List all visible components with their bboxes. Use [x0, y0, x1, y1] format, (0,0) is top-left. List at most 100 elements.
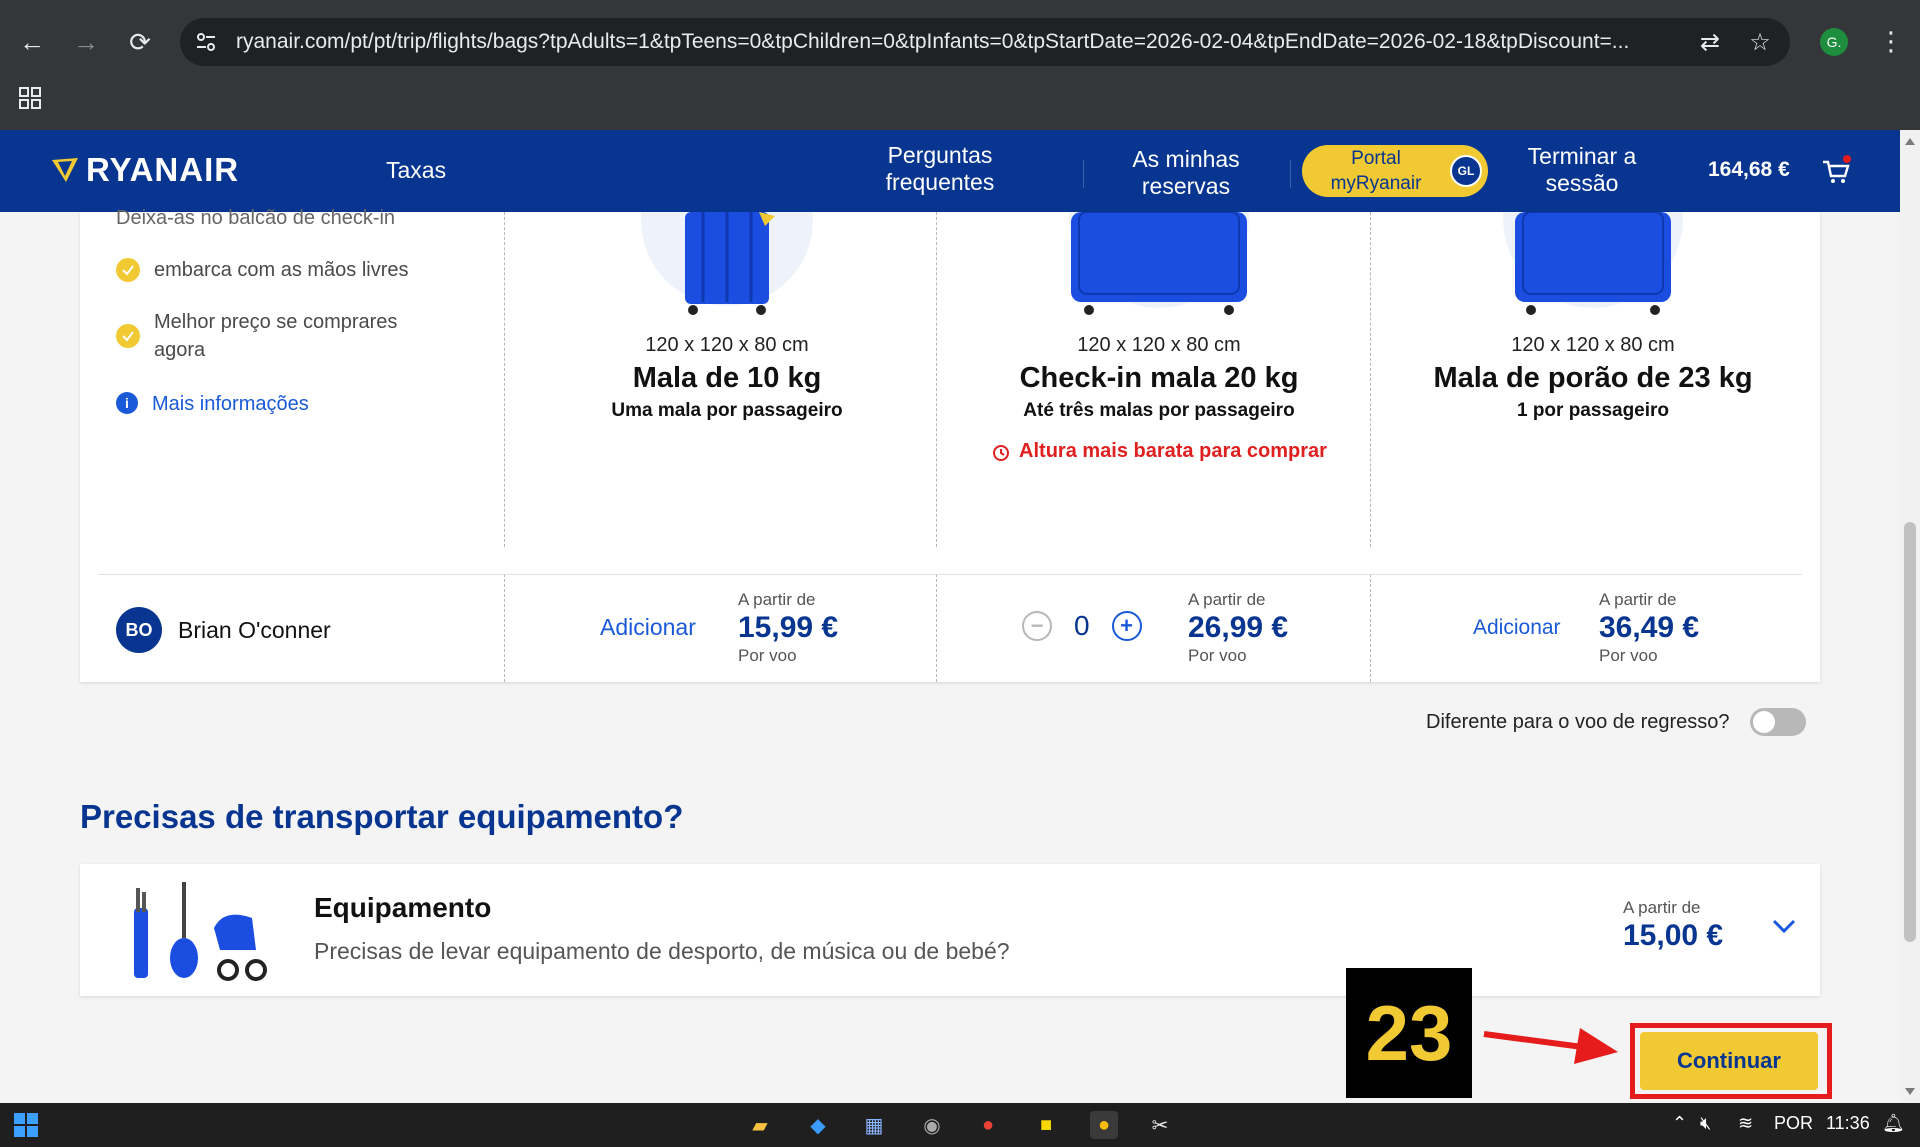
volume-muted-icon[interactable]: 🔇︎ — [1700, 1113, 1711, 1134]
reload-icon[interactable]: ⟳ — [124, 26, 156, 58]
portal-line1: Portal — [1351, 148, 1401, 169]
windows-start-icon[interactable] — [12, 1111, 40, 1139]
column-divider — [1370, 574, 1371, 682]
check-icon — [116, 324, 140, 348]
clock[interactable]: 11:36 — [1826, 1113, 1870, 1134]
file-explorer-icon[interactable]: ▰ — [746, 1111, 774, 1139]
bag-limit: Uma mala por passageiro — [611, 400, 843, 421]
browser-menu-icon[interactable]: ⋮ — [1878, 26, 1904, 57]
url-text[interactable]: ryanair.com/pt/pt/trip/flights/bags?tpAd… — [236, 30, 1656, 54]
nav-faq[interactable]: Perguntas frequentes — [880, 142, 1000, 196]
profile-avatar[interactable]: G. — [1820, 28, 1848, 56]
wifi-icon[interactable]: ≋ — [1738, 1113, 1753, 1134]
nav-logout[interactable]: Terminar a sessão — [1516, 143, 1648, 197]
info-partial-text: Deixa-as no balcão de check-in — [116, 207, 396, 229]
basket-total[interactable]: 164,68 € — [1708, 158, 1790, 182]
price-from-label: A partir de — [738, 590, 816, 609]
toggle-knob — [1752, 711, 1775, 733]
windows-taskbar: ▰ ◆ ▦ ◉ ● ■ ● ✂ ⌃ 🔇︎ ≋ POR 11:36 🔔︎ — [0, 1103, 1920, 1147]
chrome-icon[interactable]: ● — [974, 1111, 1002, 1139]
more-info-text: Mais informações — [152, 393, 309, 415]
page-scrollbar[interactable] — [1900, 130, 1920, 1103]
column-divider — [936, 574, 937, 682]
bag-name: Check-in mala 20 kg — [1019, 362, 1299, 394]
add-23kg-button[interactable]: Adicionar — [1473, 616, 1561, 640]
bag-limit: Até três malas por passageiro — [1023, 400, 1295, 421]
decrement-button[interactable]: − — [1022, 611, 1052, 641]
chevron-down-icon[interactable] — [1770, 916, 1798, 936]
promo-badge: Altura mais barata para comprar — [944, 440, 1374, 463]
price-per-label: Por voo — [1188, 646, 1247, 665]
step-number-badge: 23 — [1346, 968, 1472, 1098]
ryanair-logo[interactable]: RYANAIR — [50, 150, 239, 190]
row-separator — [98, 574, 1802, 575]
nav-my-bookings[interactable]: As minhas reservas — [1126, 146, 1246, 200]
passenger-name: Brian O'conner — [178, 616, 331, 643]
nav-taxas[interactable]: Taxas — [386, 157, 446, 184]
price-from-label: A partir de — [1599, 590, 1677, 609]
price-from-label: A partir de — [1623, 898, 1701, 917]
nav-logout-line2: sessão — [1545, 170, 1619, 196]
bag-name: Mala de porão de 23 kg — [1433, 362, 1753, 394]
equipment-card[interactable]: Equipamento Precisas de levar equipament… — [80, 864, 1820, 996]
apps-grid-icon[interactable] — [18, 86, 42, 110]
quantity-value: 0 — [1074, 610, 1090, 641]
equipment-description: Precisas de levar equipamento de desport… — [314, 938, 1010, 964]
chrome-active-icon[interactable]: ● — [1090, 1111, 1118, 1139]
sticky-notes-icon[interactable]: ■ — [1032, 1111, 1060, 1139]
suitcase-icon — [641, 212, 813, 315]
bags-card: Deixa-as no balcão de check-in embarca c… — [80, 207, 1820, 682]
portal-myryanair-button[interactable]: Portal myRyanair GL — [1302, 145, 1488, 197]
info-item: Melhor preço se comprares agora — [116, 308, 416, 364]
passenger-row: BO Brian O'conner — [116, 607, 331, 653]
snipping-tool-icon[interactable]: ✂ — [1146, 1111, 1174, 1139]
price-value: 15,00 € — [1623, 919, 1724, 952]
notification-bell-icon[interactable]: 🔔︎ — [1882, 1113, 1905, 1134]
info-item: embarca com as mãos livres — [116, 256, 409, 284]
nav-faq-line1: Perguntas — [887, 142, 993, 168]
scroll-thumb[interactable] — [1904, 522, 1916, 942]
info-item-text: Melhor preço se comprares agora — [154, 311, 398, 361]
scroll-up-icon[interactable] — [1905, 138, 1915, 145]
nav-divider — [1083, 160, 1084, 188]
back-icon[interactable]: ← — [16, 26, 48, 58]
vscode-icon[interactable]: ◆ — [804, 1111, 832, 1139]
equipment-title: Equipamento — [314, 892, 492, 923]
more-info-link[interactable]: i Mais informações — [116, 390, 309, 418]
portal-line2: myRyanair — [1330, 173, 1422, 194]
promo-text: Altura mais barata para comprar — [1019, 440, 1327, 462]
column-divider — [504, 212, 505, 547]
nav-faq-line2: frequentes — [885, 169, 995, 195]
translate-icon[interactable]: ⇄ — [1696, 28, 1724, 56]
bag-name: Mala de 10 kg — [632, 362, 822, 394]
info-item-text: embarca com as mãos livres — [154, 259, 409, 281]
add-10kg-button[interactable]: Adicionar — [600, 614, 696, 641]
annotation-arrow — [1483, 1028, 1618, 1064]
increment-button[interactable]: + — [1111, 611, 1142, 641]
store-icon[interactable]: ▦ — [860, 1111, 888, 1139]
suitcase-icon — [1069, 212, 1249, 315]
scroll-down-icon[interactable] — [1905, 1088, 1915, 1095]
return-toggle-switch[interactable] — [1749, 708, 1806, 736]
bookmark-star-icon[interactable]: ☆ — [1746, 28, 1774, 56]
price-per-label: Por voo — [1599, 646, 1658, 665]
price-value: 36,49 € — [1599, 611, 1700, 644]
forward-icon[interactable]: → — [70, 26, 102, 58]
passenger-avatar: BO — [116, 607, 162, 653]
tray-chevron-icon[interactable]: ⌃ — [1672, 1113, 1687, 1134]
equipment-section-title: Precisas de transportar equipamento? — [80, 798, 684, 835]
nav-bookings-line2: reservas — [1141, 173, 1231, 199]
continue-button[interactable]: Continuar — [1640, 1032, 1818, 1090]
bag-option-23kg: 120 x 120 x 80 cm Mala de porão de 23 kg… — [1378, 212, 1808, 547]
app-icon[interactable]: ◉ — [918, 1111, 946, 1139]
equipment-price: A partir de 15,00 € — [1623, 898, 1723, 954]
language-indicator[interactable]: POR — [1774, 1113, 1813, 1134]
bag-limit: 1 por passageiro — [1516, 400, 1670, 421]
logo-text: RYANAIR — [86, 151, 240, 188]
browser-chrome: ← → ⟳ ryanair.com/pt/pt/trip/flights/bag… — [0, 0, 1920, 130]
bag-option-20kg: 120 x 120 x 80 cm Check-in mala 20 kg At… — [944, 212, 1374, 547]
address-bar[interactable]: ryanair.com/pt/pt/trip/flights/bags?tpAd… — [180, 18, 1790, 66]
column-divider — [504, 574, 505, 682]
cart-icon[interactable] — [1820, 154, 1852, 186]
site-settings-icon[interactable] — [194, 30, 218, 54]
